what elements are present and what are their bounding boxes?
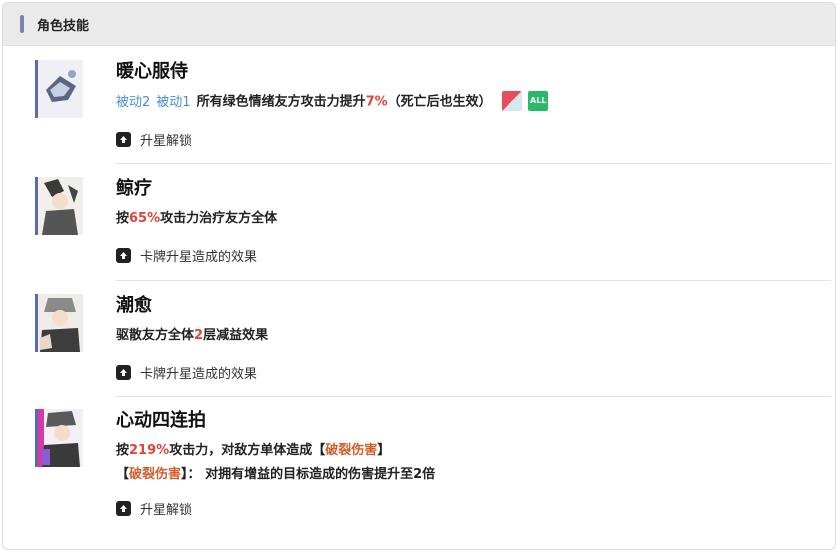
skill-2-upgrade-label: 卡牌升星造成的效果: [140, 250, 258, 265]
skill-2-name: 鲸疗: [116, 178, 152, 199]
skill-3-icon: [35, 294, 83, 352]
red-heart-icon: [502, 91, 523, 111]
skill-1-desc-text: 所有绿色情绪友方攻击力提升: [196, 94, 366, 110]
all-target-icon: ALL: [528, 91, 549, 111]
divider: [116, 280, 831, 281]
panel-header: 角色技能: [3, 3, 835, 46]
skill-3-desc-pre: 驱散友方全体: [116, 328, 195, 343]
skills-panel: 角色技能 暖心服侍 被动2 被动1 所有绿色情绪友方攻击力提升7%（死亡后也生效） …: [2, 2, 836, 550]
skill-1-upgrade-label: 升星解锁: [140, 133, 193, 149]
header-accent-bar: [20, 15, 24, 33]
skill-4-line2-keyword: 破裂伤害: [129, 467, 182, 482]
skill-1-desc-post: （死亡后也生效）: [387, 94, 492, 110]
skill-2-icon: [35, 177, 83, 235]
skill-4-keyword-link[interactable]: 破裂伤害: [325, 443, 377, 458]
skill-4-line2-post: ： 对拥有增益的目标造成的伤害提升至: [187, 467, 414, 482]
skill-1-upgrade: 升星解锁: [116, 130, 833, 149]
skill-1-icon: [35, 60, 83, 118]
skill-4-icon: [35, 409, 83, 467]
skill-4-keyword-description: 【破裂伤害】： 对拥有增益的目标造成的伤害提升至2倍: [116, 465, 833, 485]
skill-1-name: 暖心服侍: [116, 61, 188, 82]
skill-4-desc-mid: 攻击力，对敌方单体造成: [169, 443, 313, 458]
panel-title: 角色技能: [37, 18, 90, 34]
skill-4-bracket-close: 】: [377, 443, 391, 458]
skill-4-desc-value: 219%: [129, 443, 170, 458]
skill-4-desc-pre: 按: [116, 443, 130, 458]
arrow-up-icon: [116, 365, 131, 380]
skill-4-upgrade-label: 升星解锁: [140, 503, 193, 518]
skill-3-desc-post: 层减益效果: [203, 328, 269, 343]
skill-3-upgrade-label: 卡牌升星造成的效果: [140, 367, 258, 382]
skill-2-description: 按65%攻击力治疗友方全体: [116, 209, 833, 229]
skill-4-line2-bracket-open: 【: [116, 467, 130, 482]
skill-1-tag-passive2[interactable]: 被动2: [116, 95, 150, 110]
skill-3-name: 潮愈: [116, 295, 152, 316]
skill-4-description: 按219%攻击力，对敌方单体造成【破裂伤害】: [116, 441, 833, 461]
skill-1-desc-value: 7%: [365, 94, 388, 110]
arrow-up-icon: [116, 248, 131, 263]
skill-4-line2-value: 2倍: [413, 467, 436, 482]
skill-4-bracket-open: 【: [312, 443, 326, 458]
skill-4-upgrade: 升星解锁: [116, 499, 833, 518]
skill-4-name: 心动四连拍: [116, 410, 206, 431]
skill-2-upgrade: 卡牌升星造成的效果: [116, 246, 833, 265]
skill-2-desc-post: 攻击力治疗友方全体: [160, 211, 278, 226]
divider: [116, 163, 831, 164]
arrow-up-icon: [116, 131, 131, 147]
skill-3-desc-value: 2: [194, 328, 204, 343]
skill-3-description: 驱散友方全体2层减益效果: [116, 326, 833, 346]
skill-1-description: 被动2 被动1 所有绿色情绪友方攻击力提升7%（死亡后也生效） ALL: [116, 91, 833, 113]
divider: [116, 396, 831, 397]
skill-1-tag-passive1[interactable]: 被动1: [156, 95, 190, 110]
skill-3-upgrade: 卡牌升星造成的效果: [116, 363, 833, 382]
skill-2-desc-pre: 按: [116, 211, 130, 226]
skill-2-desc-value: 65%: [129, 211, 161, 226]
arrow-up-icon: [116, 501, 131, 516]
